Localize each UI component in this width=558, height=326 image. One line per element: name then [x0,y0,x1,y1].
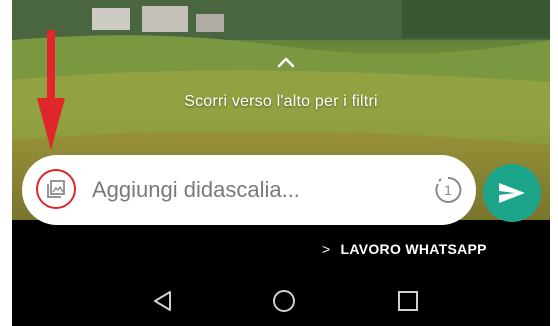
filters-hint: Scorri verso l'alto per i filtri [184,93,378,110]
send-icon [499,183,525,203]
nav-back-icon[interactable] [152,290,174,312]
screen: Scorri verso l'alto per i filtri 1 >LA [12,0,550,326]
caption-bar: 1 [22,155,476,225]
nav-recent-icon[interactable] [397,290,419,312]
view-once-button[interactable]: 1 [433,175,463,205]
recipient-name: LAVORO WHATSAPP [340,241,487,257]
chevron-up-icon[interactable] [277,55,295,69]
send-button[interactable] [483,164,541,222]
timer-label: 1 [444,182,452,198]
red-arrow-annotation [37,30,65,150]
chevron-right-icon: > [322,241,331,257]
nav-home-icon[interactable] [271,288,297,314]
view-once-icon: 1 [435,176,462,203]
gallery-button[interactable] [36,169,76,209]
caption-input[interactable] [92,175,412,205]
recipient-label[interactable]: > LAVORO WHATSAPP [322,241,487,257]
gallery-icon [47,180,65,198]
android-nav-bar [12,268,550,326]
